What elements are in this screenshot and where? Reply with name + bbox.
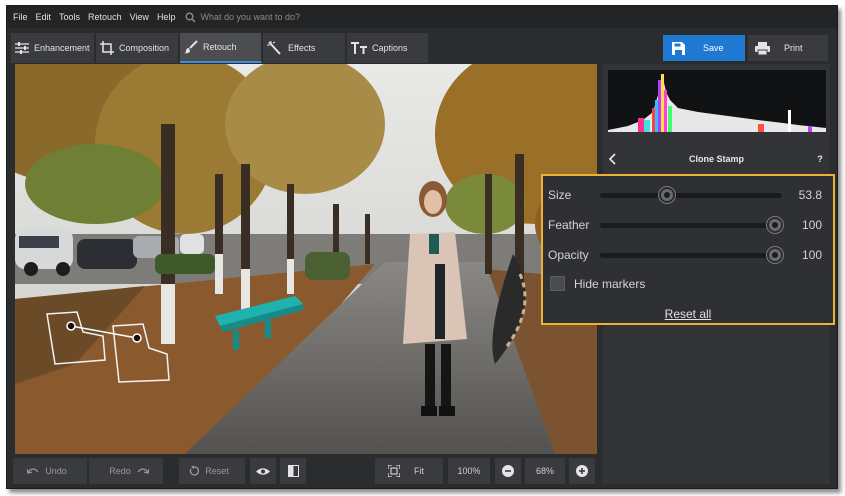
back-chevron-icon[interactable]	[603, 153, 623, 165]
reset-label: Reset	[205, 466, 229, 476]
zoom-in-button[interactable]	[569, 458, 595, 484]
size-slider-knob[interactable]	[659, 186, 676, 203]
tab-composition[interactable]: Composition	[96, 33, 179, 63]
menu-bar: File Edit Tools Retouch View Help What d…	[7, 6, 837, 28]
help-button[interactable]: ?	[810, 154, 830, 164]
reset-button[interactable]: Reset	[179, 458, 245, 484]
printer-icon	[755, 41, 770, 55]
crop-icon	[100, 41, 114, 55]
feather-slider[interactable]	[600, 216, 783, 233]
search-box[interactable]: What do you want to do?	[185, 12, 300, 23]
menu-help[interactable]: Help	[153, 12, 180, 22]
redo-button[interactable]: Redo	[89, 458, 163, 484]
undo-icon	[27, 468, 39, 474]
minus-circle-icon	[502, 465, 514, 477]
size-value: 53.8	[798, 188, 822, 202]
tool-header: Clone Stamp ?	[603, 148, 830, 170]
opacity-label: Opacity	[548, 248, 589, 262]
park-photo	[15, 64, 597, 454]
text-icon	[351, 42, 367, 54]
clone-stamp-settings: Size 53.8 Feather 100 Opacity 100 Hide m…	[541, 174, 835, 325]
brush-icon	[184, 40, 198, 54]
fit-label: Fit	[414, 466, 424, 476]
photo-canvas[interactable]	[15, 64, 597, 454]
tab-effects[interactable]: Effects	[263, 33, 346, 63]
compare-icon	[287, 465, 299, 477]
opacity-slider[interactable]	[600, 246, 783, 263]
app-window: File Edit Tools Retouch View Help What d…	[6, 5, 838, 489]
fit-screen-icon	[388, 465, 400, 477]
opacity-slider-knob[interactable]	[766, 246, 783, 263]
plus-circle-icon	[576, 465, 588, 477]
reset-icon	[190, 466, 200, 476]
save-label: Save	[703, 43, 724, 53]
feather-value: 100	[801, 218, 822, 232]
menu-edit[interactable]: Edit	[32, 12, 56, 22]
tool-title: Clone Stamp	[688, 154, 744, 164]
redo-label: Redo	[109, 466, 131, 476]
save-button[interactable]: Save	[663, 35, 745, 61]
undo-label: Undo	[45, 466, 67, 476]
redo-icon	[137, 468, 149, 474]
preview-button[interactable]	[250, 458, 276, 484]
toolbar: Enhancement Composition Retouch Effects …	[7, 33, 837, 63]
print-button[interactable]: Print	[748, 35, 828, 61]
tab-label: Captions	[372, 43, 408, 53]
tab-label: Enhancement	[34, 43, 90, 53]
magic-wand-icon	[267, 41, 281, 55]
checkbox-box[interactable]	[550, 276, 565, 291]
fit-button[interactable]: Fit	[375, 458, 443, 484]
hide-markers-checkbox[interactable]: Hide markers	[550, 276, 645, 291]
menu-retouch[interactable]: Retouch	[84, 12, 126, 22]
sliders-icon	[15, 42, 29, 54]
undo-button[interactable]: Undo	[13, 458, 87, 484]
zoom-out-button[interactable]	[495, 458, 521, 484]
feather-label: Feather	[548, 218, 590, 232]
tab-captions[interactable]: Captions	[347, 33, 429, 63]
zoom-100-label: 100%	[457, 466, 481, 476]
histogram	[608, 70, 826, 132]
menu-tools[interactable]: Tools	[55, 12, 84, 22]
opacity-slider-row: Opacity 100	[548, 245, 830, 265]
search-placeholder: What do you want to do?	[200, 12, 301, 22]
tab-label: Composition	[119, 43, 170, 53]
compare-button[interactable]	[280, 458, 306, 484]
size-slider[interactable]	[600, 186, 782, 203]
tab-retouch[interactable]: Retouch	[180, 33, 262, 63]
eye-icon	[256, 467, 270, 475]
size-slider-row: Size 53.8	[548, 185, 830, 205]
print-label: Print	[784, 43, 803, 53]
menu-view[interactable]: View	[126, 12, 153, 22]
zoom-level-label: 68%	[535, 466, 554, 476]
tab-label: Effects	[288, 43, 316, 53]
zoom-level: 68%	[525, 458, 565, 484]
tab-label: Retouch	[203, 42, 237, 52]
opacity-value: 100	[801, 248, 822, 262]
floppy-disk-icon	[672, 41, 685, 55]
feather-slider-row: Feather 100	[548, 215, 830, 235]
histogram-graph	[608, 74, 826, 132]
menu-file[interactable]: File	[7, 12, 32, 22]
tab-enhancement[interactable]: Enhancement	[11, 33, 95, 63]
size-label: Size	[548, 188, 572, 202]
feather-slider-knob[interactable]	[766, 216, 783, 233]
zoom-100-button[interactable]: 100%	[448, 458, 490, 484]
hide-markers-label: Hide markers	[574, 276, 646, 291]
reset-all-link[interactable]: Reset all	[543, 307, 833, 321]
search-icon	[185, 12, 196, 23]
